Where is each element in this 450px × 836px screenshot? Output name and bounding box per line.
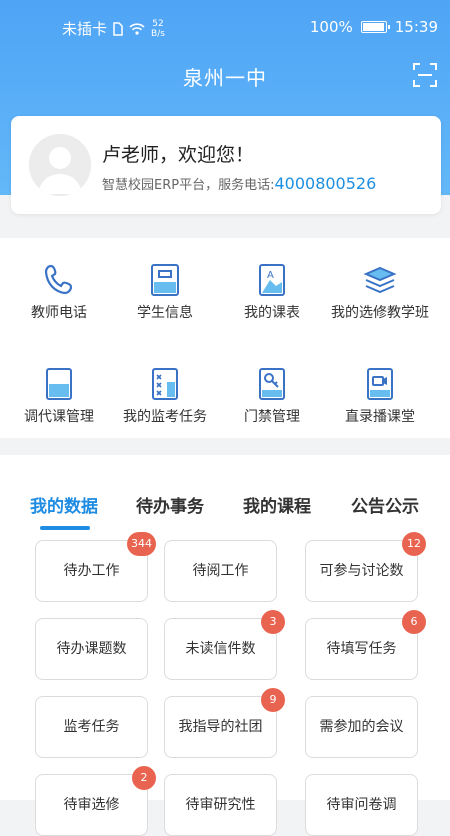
user-avatar-icon [29, 134, 91, 196]
svg-text:A: A [267, 270, 274, 281]
tile-label: 我指导的社团 [178, 719, 263, 735]
battery-icon [360, 21, 390, 33]
battery-level [362, 23, 384, 31]
data-tile[interactable]: 待审选修 2 [35, 766, 156, 836]
quick-menu: 教师电话 学生信息 A 我的课表 我的选修教学班 调代课管理 我的监考任务 门禁… [0, 238, 450, 438]
speed-value: 52 [152, 18, 164, 29]
count-badge: 2 [132, 766, 156, 790]
menu-label: 我的选修教学班 [331, 305, 429, 321]
access-key-icon [259, 368, 285, 400]
tile-label: 待审选修 [63, 797, 120, 813]
speed-unit: B/s [151, 28, 165, 39]
profile-card: 卢老师，欢迎您！ 智慧校园ERP平台，服务电话:4000800526 [11, 116, 441, 214]
count-badge: 344 [127, 532, 156, 556]
menu-student-info[interactable]: 学生信息 [109, 262, 221, 323]
menu-label: 教师电话 [31, 305, 87, 321]
menu-label: 我的监考任务 [123, 409, 207, 425]
tile-label: 监考任务 [63, 719, 120, 735]
menu-label: 直录播课堂 [345, 409, 415, 425]
data-tile[interactable]: 待阅工作 [164, 540, 277, 602]
status-left: 未插卡 52 B/s [62, 18, 165, 39]
menu-invigilation[interactable]: 我的监考任务 [109, 366, 221, 427]
phone-icon [44, 264, 73, 295]
menu-my-timetable[interactable]: A 我的课表 [216, 262, 328, 323]
service-line: 智慧校园ERP平台，服务电话:4000800526 [102, 174, 376, 193]
menu-elective-class[interactable]: 我的选修教学班 [324, 262, 436, 323]
tile-label: 待审问卷调 [326, 797, 397, 813]
clock: 15:39 [394, 18, 438, 36]
exam-icon [152, 368, 178, 400]
service-text: 智慧校园ERP平台，服务电话: [102, 178, 275, 193]
folder-icon [46, 368, 72, 400]
menu-label: 我的课表 [244, 305, 300, 321]
count-badge: 12 [402, 532, 426, 556]
data-tile[interactable]: 可参与讨论数 12 [305, 532, 426, 602]
menu-teacher-phone[interactable]: 教师电话 [3, 262, 115, 323]
wifi-icon [129, 22, 145, 35]
data-tile[interactable]: 待办课题数 [35, 618, 148, 680]
student-info-icon [151, 264, 179, 296]
data-tile[interactable]: 监考任务 [35, 696, 148, 758]
tab-announcements[interactable]: 公告公示 [351, 492, 419, 517]
status-right: 100% 15:39 [310, 18, 438, 36]
service-phone-link[interactable]: 4000800526 [274, 174, 376, 193]
scan-icon[interactable] [412, 62, 438, 88]
data-tile[interactable]: 待填写任务 6 [305, 610, 426, 680]
menu-access-control[interactable]: 门禁管理 [216, 366, 328, 427]
status-bar: 未插卡 52 B/s 100% 15:39 [0, 0, 450, 56]
count-badge: 9 [261, 688, 285, 712]
tile-label: 需参加的会议 [319, 719, 404, 735]
tab-pending-affairs[interactable]: 待办事务 [136, 492, 204, 517]
tile-label: 待办课题数 [56, 641, 127, 657]
menu-label: 门禁管理 [244, 409, 300, 425]
data-tile[interactable]: 待审问卷调 [305, 774, 418, 836]
page-title: 泉州一中 [183, 66, 267, 90]
menu-live-classroom[interactable]: 直录播课堂 [324, 366, 436, 427]
menu-label: 调代课管理 [24, 409, 94, 425]
data-section: 我的数据 待办事务 我的课程 公告公示 待办工作 344 待阅工作 可参与讨论数 12 待… [0, 455, 450, 836]
tab-my-data[interactable]: 我的数据 [30, 492, 98, 517]
data-tile[interactable]: 待审研究性 [164, 774, 277, 836]
data-tile[interactable]: 需参加的会议 [305, 696, 418, 758]
menu-label: 学生信息 [137, 305, 193, 321]
menu-substitute-class[interactable]: 调代课管理 [3, 366, 115, 427]
tab-bar: 我的数据 待办事务 我的课程 公告公示 [0, 492, 450, 522]
carrier-text: 未插卡 [62, 20, 108, 38]
data-tile[interactable]: 待办工作 344 [35, 532, 156, 602]
sim-icon [113, 21, 123, 36]
active-tab-indicator [40, 526, 90, 530]
battery-percent: 100% [309, 18, 353, 36]
tile-label: 待填写任务 [326, 641, 397, 657]
books-icon [363, 266, 397, 294]
tile-label: 待阅工作 [192, 563, 249, 579]
count-badge: 3 [261, 610, 285, 634]
video-icon [367, 368, 393, 400]
count-badge: 6 [402, 610, 426, 634]
greeting-text: 卢老师，欢迎您！ [102, 144, 255, 166]
data-tile[interactable]: 我指导的社团 9 [164, 688, 285, 758]
avatar[interactable] [29, 134, 91, 196]
tile-label: 待审研究性 [185, 797, 256, 813]
tab-my-courses[interactable]: 我的课程 [243, 492, 311, 517]
tile-label: 待办工作 [63, 563, 120, 579]
tile-label: 未读信件数 [185, 641, 256, 657]
network-speed: 52 B/s [151, 19, 165, 39]
tile-label: 可参与讨论数 [319, 563, 404, 579]
data-tile[interactable]: 未读信件数 3 [164, 610, 285, 680]
timetable-icon: A [259, 264, 285, 296]
